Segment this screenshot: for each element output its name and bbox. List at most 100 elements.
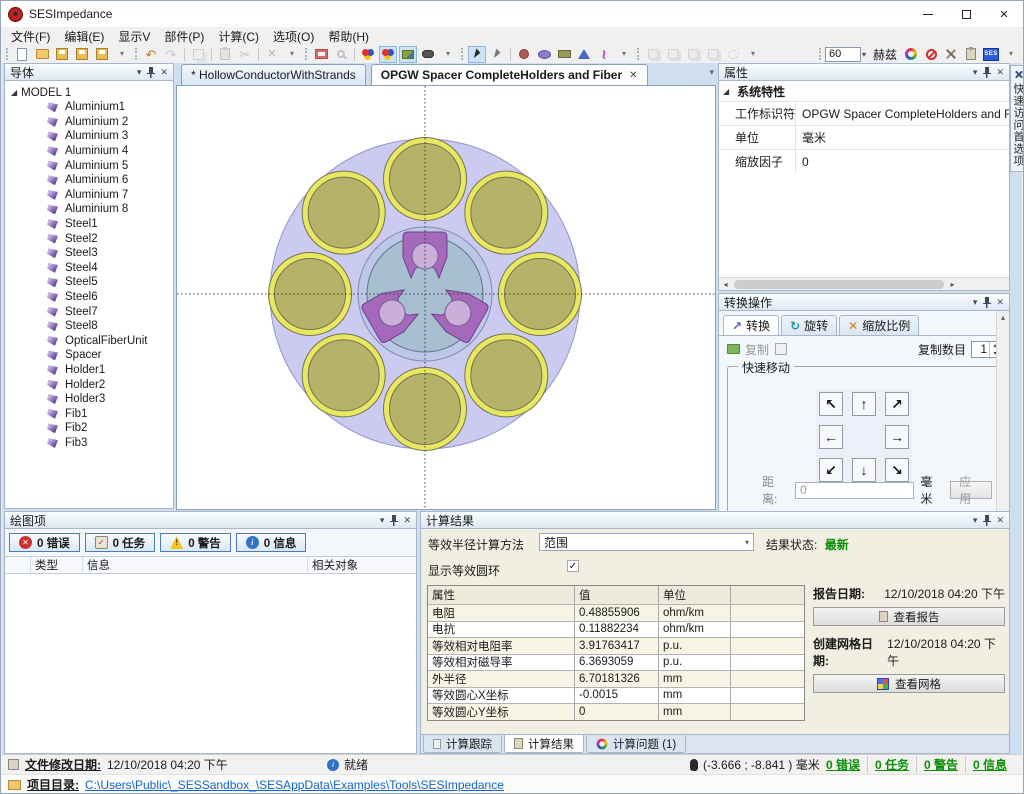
conductor-item[interactable]: Holder1 <box>7 363 173 378</box>
conductor-item[interactable]: Aluminium 3 <box>7 129 173 144</box>
column-message[interactable]: 信息 <box>83 557 308 573</box>
properties-panel-header[interactable]: 属性 ▾ ✕ <box>718 63 1010 81</box>
toolbar-overflow-icon[interactable]: ▾ <box>1002 46 1020 63</box>
close-button[interactable]: ✕ <box>985 1 1023 27</box>
status-link[interactable]: 0 警告 <box>916 756 965 773</box>
drawing-items-list[interactable] <box>5 574 416 753</box>
draw-curve-icon[interactable]: ≀ <box>595 46 613 63</box>
view-mesh-button[interactable]: 查看网格 <box>813 674 1005 693</box>
menu-item[interactable]: 显示V <box>111 27 157 46</box>
property-row[interactable]: 缩放因子 0 <box>719 149 1009 173</box>
status-filter-button[interactable]: 0 任务 <box>85 533 156 552</box>
multi-select-cursor-icon[interactable] <box>488 46 506 63</box>
pin-icon[interactable] <box>982 67 991 78</box>
radius-method-select[interactable]: 范围 ▾ <box>539 533 754 551</box>
conductor-item[interactable]: Aluminium 2 <box>7 115 173 130</box>
property-value[interactable]: OPGW Spacer CompleteHolders and Fiber <box>795 102 1009 125</box>
paint-materials-icon[interactable] <box>399 46 417 63</box>
column-icon[interactable] <box>5 557 31 573</box>
panel-menu-icon[interactable]: ▾ <box>973 298 978 307</box>
menu-item[interactable]: 文件(F) <box>4 27 57 46</box>
panel-close-icon[interactable]: ✕ <box>996 68 1004 77</box>
conductor-item[interactable]: Steel3 <box>7 246 173 261</box>
tab-translate[interactable]: ↗ 转换 <box>723 315 779 335</box>
conductor-item[interactable]: Aluminium 7 <box>7 188 173 203</box>
panel-close-icon[interactable]: ✕ <box>403 516 411 525</box>
move-right-button[interactable]: → <box>885 425 909 449</box>
system-properties-group[interactable]: ◢ 系统特性 <box>719 81 1009 101</box>
toolbar-grip[interactable] <box>6 48 9 60</box>
frequency-input[interactable]: 60 <box>825 47 861 62</box>
tab-overflow-icon[interactable]: ▾ <box>709 67 714 78</box>
transform-panel-header[interactable]: 转换操作 ▾ ✕ <box>718 293 1010 311</box>
conductor-item[interactable]: OpticalFiberUnit <box>7 334 173 349</box>
lasso-icon[interactable] <box>724 46 742 63</box>
conductor-item[interactable]: Aluminium 6 <box>7 173 173 188</box>
toolbar-overflow-icon[interactable]: ▾ <box>283 46 301 63</box>
mirror-copy-icon[interactable] <box>704 46 722 63</box>
status-link[interactable]: 0 信息 <box>965 756 1014 773</box>
draw-triangle-icon[interactable] <box>575 46 593 63</box>
status-link[interactable]: 0 错误 <box>819 756 867 773</box>
group-expander-icon[interactable]: ◢ <box>723 87 729 96</box>
property-row[interactable]: 单位 毫米 <box>719 125 1009 149</box>
toolbar-grip[interactable] <box>305 48 308 60</box>
conductor-item[interactable]: Steel7 <box>7 304 173 319</box>
conductors-panel-header[interactable]: 导体 ▾ ✕ <box>4 63 174 81</box>
scroll-right-icon[interactable]: ▸ <box>946 280 959 289</box>
maximize-button[interactable] <box>947 1 985 27</box>
paste-icon[interactable] <box>216 46 234 63</box>
pin-icon[interactable] <box>982 297 991 308</box>
status-filter-button[interactable]: 0 错误 <box>9 533 80 552</box>
conductor-item[interactable]: Holder3 <box>7 392 173 407</box>
conductor-item[interactable]: Fib2 <box>7 421 173 436</box>
drawing-items-header[interactable]: 绘图项 ▾ ✕ <box>4 511 417 529</box>
toolbar-overflow-icon[interactable]: ▾ <box>113 46 131 63</box>
conductor-item[interactable]: Aluminium1 <box>7 100 173 115</box>
tab-calc-problems[interactable]: 计算问题 (1) <box>586 735 686 753</box>
frequency-dropdown-icon[interactable]: ▾ <box>862 50 866 59</box>
quick-access-tab[interactable]: 快速访问首选项 <box>1010 65 1024 172</box>
copy-icon[interactable] <box>189 46 207 63</box>
panel-menu-icon[interactable]: ▾ <box>380 516 385 525</box>
pin-icon[interactable] <box>146 67 155 78</box>
apply-button[interactable]: 应用 <box>950 481 992 499</box>
drawing-canvas[interactable] <box>176 85 716 510</box>
copy-checkbox[interactable] <box>775 343 787 355</box>
tab-close-icon[interactable]: ✕ <box>629 70 637 81</box>
panel-close-icon[interactable]: ✕ <box>996 298 1004 307</box>
array-copy-icon[interactable] <box>684 46 702 63</box>
tab-calc-results[interactable]: 计算结果 <box>504 735 584 753</box>
tab-hollow-conductor[interactable]: * HollowConductorWithStrands <box>181 64 366 85</box>
scrollbar-thumb[interactable] <box>734 280 944 289</box>
zoom-icon[interactable] <box>332 46 350 63</box>
draw-circle-icon[interactable] <box>515 46 533 63</box>
tab-opgw-spacer[interactable]: OPGW Spacer CompleteHolders and Fiber ✕ <box>371 64 648 85</box>
conductor-item[interactable]: Aluminium 4 <box>7 144 173 159</box>
duplicate-group-icon[interactable] <box>664 46 682 63</box>
column-related-object[interactable]: 相关对象 <box>308 557 416 573</box>
delete-icon[interactable]: ✕ <box>263 46 281 63</box>
toolbar-grip[interactable] <box>135 48 138 60</box>
conductor-item[interactable]: Steel8 <box>7 319 173 334</box>
new-file-icon[interactable] <box>13 46 31 63</box>
column-unit[interactable]: 单位 <box>658 586 730 604</box>
zoom-extents-icon[interactable] <box>312 46 330 63</box>
toolbar-overflow-icon[interactable]: ▾ <box>615 46 633 63</box>
colors-icon[interactable] <box>359 46 377 63</box>
conductor-item[interactable]: Holder2 <box>7 377 173 392</box>
conductor-item[interactable]: Steel1 <box>7 217 173 232</box>
menu-item[interactable]: 帮助(H) <box>321 27 376 46</box>
tools-icon[interactable] <box>942 46 960 63</box>
select-cursor-icon[interactable] <box>468 46 486 63</box>
open-folder-icon[interactable] <box>33 46 51 63</box>
tab-scale[interactable]: ✕ 缩放比例 <box>839 315 919 335</box>
redo-icon[interactable]: ↷ <box>162 46 180 63</box>
menu-item[interactable]: 选项(O) <box>266 27 321 46</box>
menu-item[interactable]: 部件(P) <box>157 27 211 46</box>
conductor-item[interactable]: Fib1 <box>7 406 173 421</box>
project-path-link[interactable]: C:\Users\Public\_SESSandbox_\SESAppData\… <box>85 778 504 792</box>
save-all-icon[interactable] <box>93 46 111 63</box>
no-entry-icon[interactable] <box>922 46 940 63</box>
move-up-right-button[interactable]: ↗ <box>885 392 909 416</box>
